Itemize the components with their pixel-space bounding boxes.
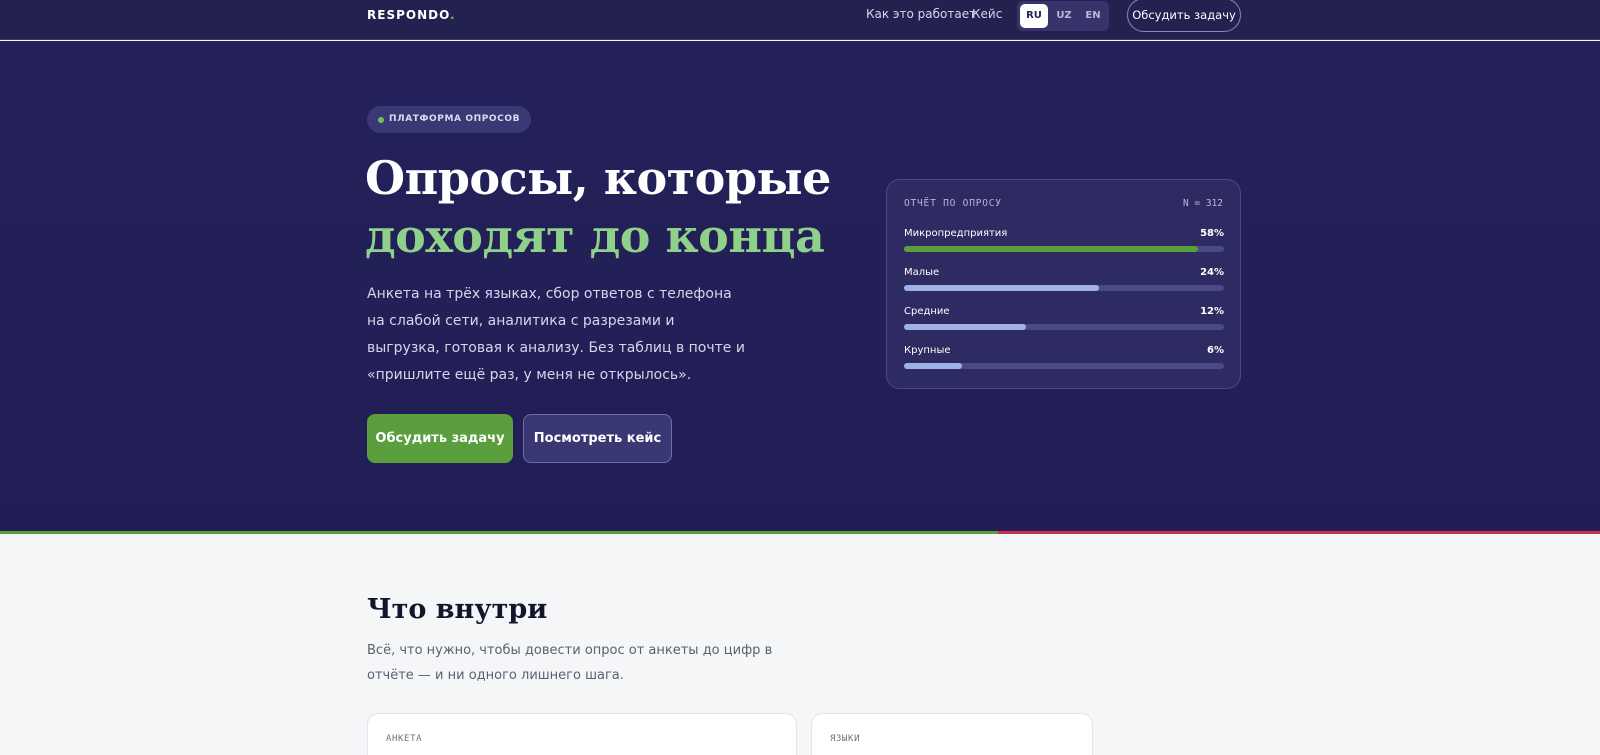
report-row-label: Крупные <box>904 345 951 356</box>
headline-line-2: доходят до конца <box>365 209 825 263</box>
features-title: Что внутри <box>367 594 548 625</box>
progress-bar-fill <box>904 285 1100 291</box>
features-subtitle: Всё, что нужно, чтобы довести опрос от а… <box>367 643 773 683</box>
progress-bar-track <box>904 246 1224 252</box>
badge-dot-icon <box>378 117 384 123</box>
progress-bar-fill <box>904 324 1026 330</box>
feature-card-label: АНКЕТА <box>386 734 423 744</box>
feature-card-languages[interactable]: ЯЗЫКИ <box>811 713 1093 755</box>
hero-lead: Анкета на трёх языках, сбор ответов с те… <box>367 286 745 383</box>
hero-headline: Опросы, которые доходят до конца <box>365 149 831 265</box>
header-discuss-button[interactable]: Обсудить задачу <box>1127 0 1241 32</box>
hero-section: ПЛАТФОРМА ОПРОСОВ Опросы, которые доходя… <box>0 41 1600 531</box>
section-divider-green <box>0 531 998 534</box>
report-sample-size: N = 312 <box>1182 198 1223 209</box>
report-row-value: 12% <box>1200 306 1224 317</box>
view-case-button[interactable]: Посмотреть кейс <box>523 414 672 463</box>
headline-line-1: Опросы, которые <box>365 151 831 205</box>
lang-en-button[interactable]: EN <box>1079 4 1107 28</box>
report-row-value: 24% <box>1200 267 1224 278</box>
report-row-label: Микропредприятия <box>904 228 1008 239</box>
feature-card-label: ЯЗЫКИ <box>830 734 861 744</box>
progress-bar-fill <box>904 246 1199 252</box>
feature-card-survey[interactable]: АНКЕТА <box>367 713 797 755</box>
discuss-button[interactable]: Обсудить задачу <box>367 414 513 463</box>
progress-bar-track <box>904 363 1224 369</box>
nav-link-case[interactable]: Кейс <box>972 7 1002 21</box>
report-row-label: Средние <box>904 306 950 317</box>
logo[interactable]: RESPONDO. <box>367 8 456 22</box>
progress-bar-fill <box>904 363 962 369</box>
lang-ru-button[interactable]: RU <box>1020 4 1048 28</box>
nav-link-how-it-works[interactable]: Как это работает <box>866 7 976 21</box>
report-title: ОТЧЁТ ПО ОПРОСУ <box>904 198 1002 209</box>
report-row-value: 6% <box>1207 345 1224 356</box>
site-header: RESPONDO. Как это работает Кейс RU UZ EN… <box>0 0 1600 40</box>
report-row-value: 58% <box>1200 228 1224 239</box>
lang-uz-button[interactable]: UZ <box>1050 4 1078 28</box>
section-divider-red <box>998 531 1600 534</box>
survey-report-card: ОТЧЁТ ПО ОПРОСУ N = 312 Микропредприятия… <box>886 179 1241 389</box>
progress-bar-track <box>904 324 1224 330</box>
progress-bar-track <box>904 285 1224 291</box>
platform-badge: ПЛАТФОРМА ОПРОСОВ <box>367 106 532 133</box>
report-row-label: Малые <box>904 267 940 278</box>
language-switcher: RU UZ EN <box>1017 1 1109 31</box>
